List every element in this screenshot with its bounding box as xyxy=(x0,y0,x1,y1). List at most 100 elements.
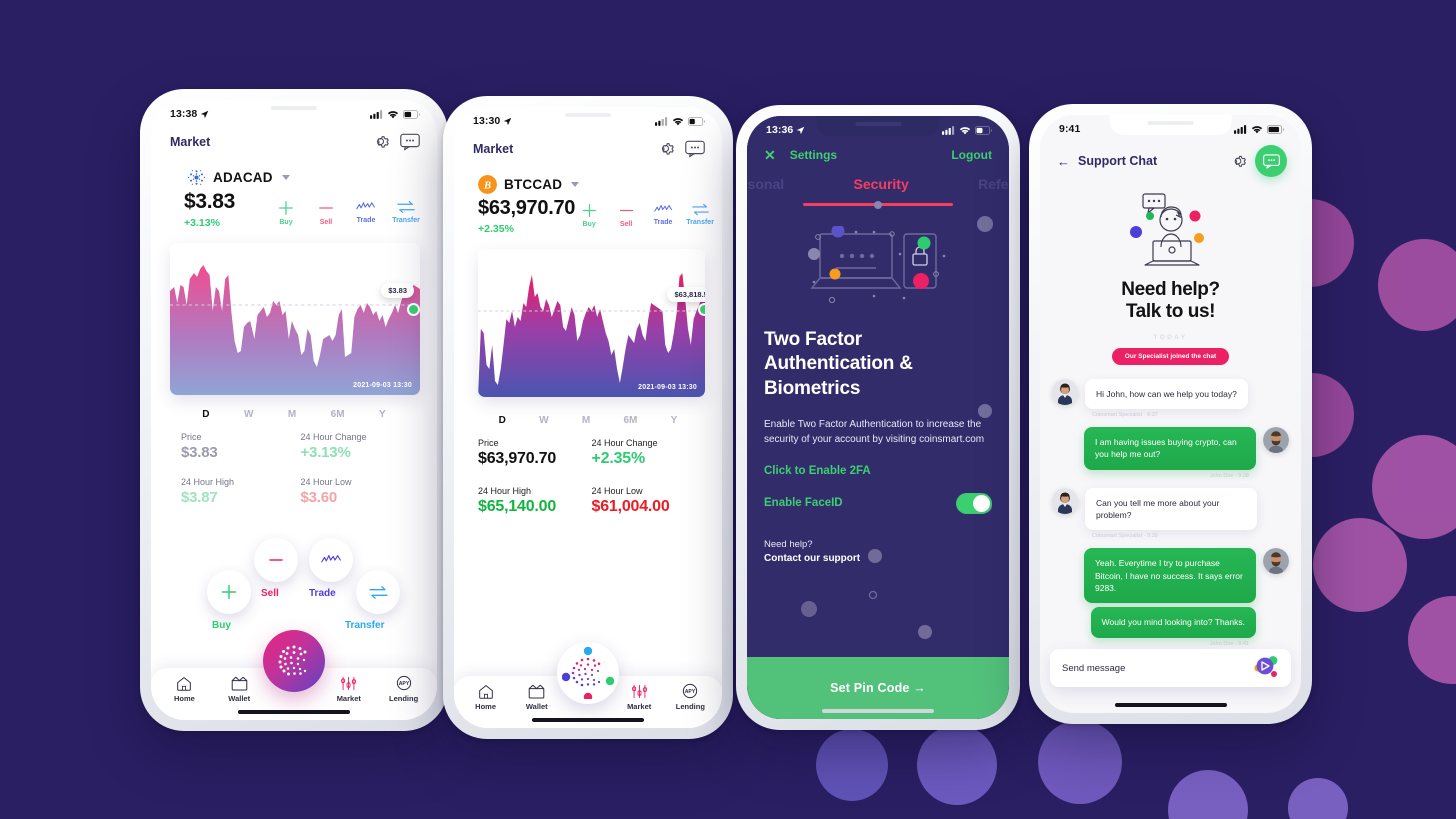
fab-transfer[interactable] xyxy=(356,570,400,614)
range-w[interactable]: W xyxy=(539,415,548,426)
tab-market[interactable]: Market xyxy=(616,684,662,711)
location-arrow-icon xyxy=(797,126,805,134)
screen-support-chat: 9:41 ← Support Chat Need help? Talk to u… xyxy=(1040,115,1301,713)
wifi-icon xyxy=(672,117,684,125)
gear-icon[interactable] xyxy=(656,139,675,158)
stat-value: +3.13% xyxy=(300,444,351,462)
action-transfer[interactable]: Transfer xyxy=(686,202,714,228)
tab-wallet[interactable]: Wallet xyxy=(514,684,560,711)
home-icon xyxy=(478,684,493,699)
action-label: Buy xyxy=(279,219,293,226)
stat-price: Price $63,970.70 xyxy=(478,438,592,468)
stat-value: $65,140.00 xyxy=(478,498,557,515)
action-sell[interactable]: Sell xyxy=(312,199,340,226)
price-chart[interactable]: 2021-09-03 13:30 $63,818.50 xyxy=(478,249,705,397)
tab-wallet[interactable]: Wallet xyxy=(216,676,262,703)
location-arrow-icon xyxy=(201,110,209,118)
fab-label-sell: Sell xyxy=(261,588,279,599)
fab-trade[interactable] xyxy=(309,538,353,582)
tab-slider-knob[interactable] xyxy=(873,201,882,209)
action-trade[interactable]: Trade xyxy=(649,202,677,228)
chat-bubble-icon[interactable] xyxy=(685,140,705,158)
new-chat-button[interactable] xyxy=(1255,145,1287,177)
message-composer[interactable]: Send message xyxy=(1050,649,1291,687)
chevron-down-icon[interactable] xyxy=(571,182,580,187)
chat-bubble-icon[interactable] xyxy=(400,133,420,151)
chat-message-out: Would you mind looking into? Thanks. xyxy=(1052,607,1256,638)
stat-label: 24 Hour Change xyxy=(300,432,367,443)
range-d[interactable]: D xyxy=(202,409,209,420)
range-m[interactable]: M xyxy=(582,415,590,426)
tab-security[interactable]: Security xyxy=(853,176,908,192)
tab-slider[interactable] xyxy=(803,201,953,209)
price-chart[interactable]: 2021-09-03 13:30 $3.83 xyxy=(170,243,420,396)
tab-personal[interactable]: Personal xyxy=(747,176,784,192)
close-icon[interactable]: ✕ xyxy=(764,148,776,162)
arrow-left-icon[interactable]: ← xyxy=(1057,155,1070,168)
send-message-placeholder[interactable]: Send message xyxy=(1062,663,1125,674)
coinsmart-orb-button[interactable] xyxy=(263,630,325,692)
range-y[interactable]: Y xyxy=(379,409,386,420)
message-meta: John Doe · 9:38 xyxy=(1209,472,1249,479)
home-indicator xyxy=(238,710,350,714)
apy-badge-icon: APY xyxy=(683,683,698,699)
range-6m[interactable]: 6M xyxy=(331,409,345,420)
enable-2fa-link[interactable]: Click to Enable 2FA xyxy=(747,448,1009,477)
stat-change: 24 Hour Change +2.35% xyxy=(592,438,706,468)
range-m[interactable]: M xyxy=(288,409,296,420)
page-title: Market xyxy=(473,141,514,156)
range-selector[interactable]: D W M 6M Y xyxy=(151,395,437,420)
screen-security: 13:36 ✕ Settings Logout sonal Security R… xyxy=(747,116,1009,719)
fab-buy[interactable] xyxy=(207,570,251,614)
action-label: Trade xyxy=(653,219,673,226)
status-time: 9:41 xyxy=(1059,123,1081,135)
minus-icon xyxy=(269,559,283,561)
tab-lending[interactable]: APY Lending xyxy=(381,675,427,703)
gear-icon[interactable] xyxy=(371,132,390,151)
cellular-icon xyxy=(1234,124,1247,134)
tab-lending[interactable]: APY Lending xyxy=(667,683,713,711)
stat-label: 24 Hour Low xyxy=(591,486,643,496)
stat-high: 24 Hour High $3.87 xyxy=(181,477,301,506)
range-y[interactable]: Y xyxy=(671,415,678,426)
logout-button[interactable]: Logout xyxy=(951,148,992,162)
action-label: Sell xyxy=(319,219,333,226)
action-trade[interactable]: Trade xyxy=(352,199,380,226)
svg-text:APY: APY xyxy=(398,681,409,687)
minus-icon xyxy=(619,209,633,212)
message-meta: Coinsmart Specialist · 9:39 xyxy=(1092,533,1158,540)
action-buy[interactable]: Buy xyxy=(575,202,603,228)
gear-icon[interactable] xyxy=(1229,152,1247,170)
joined-badge: Our Specialist joined the chat xyxy=(1111,347,1230,365)
range-6m[interactable]: 6M xyxy=(623,415,637,426)
range-w[interactable]: W xyxy=(244,409,253,420)
coin-selector[interactable]: B BTCCAD xyxy=(454,158,722,194)
transfer-arrows-icon xyxy=(691,203,709,216)
faceid-toggle[interactable] xyxy=(956,492,992,514)
range-selector[interactable]: D W M 6M Y xyxy=(454,397,722,426)
stat-high: 24 Hour High $65,140.00 xyxy=(478,486,592,516)
range-d[interactable]: D xyxy=(499,415,506,426)
plus-icon xyxy=(221,584,237,600)
message-meta: John Doe · 9:41 xyxy=(1209,640,1249,647)
coin-selector[interactable]: ADACAD xyxy=(151,151,437,187)
quick-actions: Buy Sell Trade Transfer xyxy=(272,199,420,226)
action-label: Transfer xyxy=(392,217,420,224)
market-candles-icon xyxy=(631,684,647,698)
fab-sell[interactable] xyxy=(254,538,298,582)
action-sell[interactable]: Sell xyxy=(612,202,640,228)
action-transfer[interactable]: Transfer xyxy=(392,199,420,226)
tab-home[interactable]: Home xyxy=(463,684,509,711)
contact-support-link[interactable]: Contact our support xyxy=(764,553,992,564)
tab-home[interactable]: Home xyxy=(161,676,207,703)
send-orb-icon[interactable] xyxy=(1251,654,1279,683)
tab-referral[interactable]: Referral xyxy=(978,176,1009,192)
stat-label: Price xyxy=(181,432,202,443)
coin-symbol: ADACAD xyxy=(213,170,273,185)
chevron-down-icon[interactable] xyxy=(281,175,290,180)
tab-market[interactable]: Market xyxy=(326,676,372,703)
coinsmart-orb-button[interactable] xyxy=(557,642,619,704)
phone-security-settings: 13:36 ✕ Settings Logout sonal Security R… xyxy=(736,105,1020,730)
action-buy[interactable]: Buy xyxy=(272,199,300,226)
message-list[interactable]: Hi John, how can we help you today? Coin… xyxy=(1040,365,1301,647)
